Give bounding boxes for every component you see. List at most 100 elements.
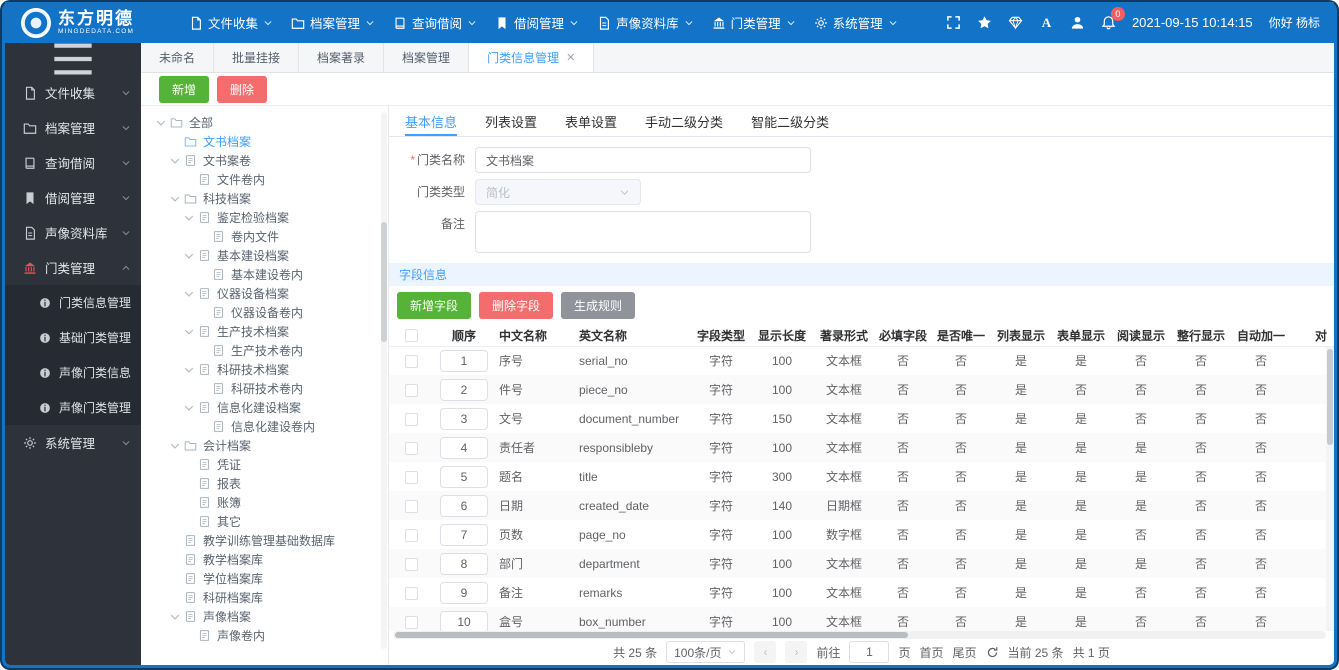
order-input[interactable] xyxy=(440,436,488,459)
tab-批量挂接[interactable]: 批量挂接 xyxy=(214,43,300,72)
tree-scrollbar[interactable] xyxy=(381,112,387,649)
tab-档案管理[interactable]: 档案管理 xyxy=(384,43,470,72)
select-all-checkbox[interactable] xyxy=(404,329,418,343)
tree-node[interactable]: 报表 xyxy=(141,474,388,493)
tree-node[interactable]: 学位档案库 xyxy=(141,569,388,588)
table-horizontal-scrollbar[interactable] xyxy=(393,631,1326,639)
row-checkbox[interactable] xyxy=(404,528,418,542)
field-button-删除字段[interactable]: 删除字段 xyxy=(479,292,554,319)
tree-node[interactable]: 教学训练管理基础数据库 xyxy=(141,531,388,550)
row-checkbox[interactable] xyxy=(404,470,418,484)
add-button[interactable]: 新增 xyxy=(159,75,210,103)
user-icon[interactable] xyxy=(1070,15,1085,30)
gem-icon[interactable] xyxy=(1008,15,1023,30)
tab-未命名[interactable]: 未命名 xyxy=(141,43,215,72)
tree-node[interactable]: 文书档案 xyxy=(141,132,388,151)
bell-icon[interactable]: 0 xyxy=(1101,7,1125,30)
row-checkbox[interactable] xyxy=(404,383,418,397)
tree-node[interactable]: 生产技术档案 xyxy=(141,322,388,341)
sidebar-item-bookmark[interactable]: 借阅管理 xyxy=(5,180,141,215)
top-menu-book[interactable]: 查询借阅 xyxy=(391,9,479,36)
panel-tab-表单设置[interactable]: 表单设置 xyxy=(565,106,617,136)
tree-node[interactable]: 信息化建设档案 xyxy=(141,398,388,417)
tree-node[interactable]: 声像档案 xyxy=(141,607,388,626)
top-menu-bookmark[interactable]: 借阅管理 xyxy=(493,9,581,36)
row-checkbox[interactable] xyxy=(404,441,418,455)
row-checkbox[interactable] xyxy=(404,354,418,368)
close-icon[interactable]: ✕ xyxy=(566,51,575,64)
first-page-link[interactable]: 首页 xyxy=(920,644,944,661)
top-menu-folder[interactable]: 档案管理 xyxy=(289,9,377,36)
row-checkbox[interactable] xyxy=(404,412,418,426)
tree-node[interactable]: 会计档案 xyxy=(141,436,388,455)
panel-tab-基本信息[interactable]: 基本信息 xyxy=(405,106,458,136)
top-menu-media[interactable]: 声像资料库 xyxy=(595,9,696,36)
tree-node[interactable]: 科技档案 xyxy=(141,189,388,208)
top-menu-bank[interactable]: 门类管理 xyxy=(710,9,798,36)
tab-门类信息管理[interactable]: 门类信息管理 ✕ xyxy=(469,43,595,72)
order-input[interactable] xyxy=(440,349,488,372)
star-icon[interactable] xyxy=(977,15,992,30)
tree-node[interactable]: 仪器设备卷内 xyxy=(141,303,388,322)
row-checkbox[interactable] xyxy=(404,615,418,629)
tree-node[interactable]: 基本建设卷内 xyxy=(141,265,388,284)
order-input[interactable] xyxy=(440,610,488,631)
sidebar-item-media[interactable]: 声像资料库 xyxy=(5,215,141,250)
row-checkbox[interactable] xyxy=(404,557,418,571)
sidebar-item-gear[interactable]: 系统管理 xyxy=(5,425,141,460)
tab-档案著录[interactable]: 档案著录 xyxy=(299,43,385,72)
sidebar-item-folder[interactable]: 档案管理 xyxy=(5,110,141,145)
order-input[interactable] xyxy=(440,523,488,546)
tree-node[interactable]: 教学档案库 xyxy=(141,550,388,569)
order-input[interactable] xyxy=(440,581,488,604)
order-input[interactable] xyxy=(440,494,488,517)
panel-tab-手动二级分类[interactable]: 手动二级分类 xyxy=(645,106,723,136)
sidebar-item-file[interactable]: 文件收集 xyxy=(5,75,141,110)
table-vertical-scrollbar[interactable] xyxy=(1326,347,1334,631)
panel-tab-智能二级分类[interactable]: 智能二级分类 xyxy=(751,106,829,136)
order-input[interactable] xyxy=(440,552,488,575)
category-name-input[interactable] xyxy=(475,147,811,173)
top-menu-file[interactable]: 文件收集 xyxy=(187,9,275,36)
sidebar-item-book[interactable]: 查询借阅 xyxy=(5,145,141,180)
tree-node[interactable]: 全部 xyxy=(141,113,388,132)
tree-node[interactable]: 凭证 xyxy=(141,455,388,474)
top-menu-gear[interactable]: 系统管理 xyxy=(812,9,900,36)
remark-textarea[interactable] xyxy=(475,211,811,253)
sidebar-subitem[interactable]: 基础门类管理 xyxy=(5,320,141,355)
delete-button[interactable]: 删除 xyxy=(217,75,268,103)
row-checkbox[interactable] xyxy=(404,499,418,513)
field-button-新增字段[interactable]: 新增字段 xyxy=(397,292,472,319)
fullscreen-icon[interactable] xyxy=(946,15,961,30)
field-button-生成规则[interactable]: 生成规则 xyxy=(561,292,636,319)
tree-node[interactable]: 文书案卷 xyxy=(141,151,388,170)
tree-node[interactable]: 科研技术档案 xyxy=(141,360,388,379)
sidebar-subitem[interactable]: 声像门类管理 xyxy=(5,390,141,425)
tree-node[interactable]: 基本建设档案 xyxy=(141,246,388,265)
page-size-select[interactable]: 100条/页 xyxy=(666,641,746,663)
sidebar-subitem[interactable]: 门类信息管理 xyxy=(5,285,141,320)
tree-node[interactable]: 账簿 xyxy=(141,493,388,512)
tree-node[interactable]: 卷内文件 xyxy=(141,227,388,246)
tree-node[interactable]: 文件卷内 xyxy=(141,170,388,189)
order-input[interactable] xyxy=(440,378,488,401)
font-size-icon[interactable]: A xyxy=(1039,15,1054,30)
panel-tab-列表设置[interactable]: 列表设置 xyxy=(485,106,537,136)
last-page-link[interactable]: 尾页 xyxy=(953,644,977,661)
tree-node[interactable]: 科研技术卷内 xyxy=(141,379,388,398)
tree-node[interactable]: 鉴定检验档案 xyxy=(141,208,388,227)
tree-node[interactable]: 仪器设备档案 xyxy=(141,284,388,303)
row-checkbox[interactable] xyxy=(404,586,418,600)
order-input[interactable] xyxy=(440,465,488,488)
page-number-input[interactable] xyxy=(849,641,890,663)
order-input[interactable] xyxy=(440,407,488,430)
sidebar-subitem[interactable]: 声像门类信息 xyxy=(5,355,141,390)
sidebar-item-bank[interactable]: 门类管理 xyxy=(5,250,141,285)
sidebar-collapse-button[interactable] xyxy=(5,43,141,75)
prev-page-button[interactable]: ‹ xyxy=(754,641,777,663)
tree-node[interactable]: 生产技术卷内 xyxy=(141,341,388,360)
tree-node[interactable]: 声像卷内 xyxy=(141,626,388,645)
tree-node[interactable]: 其它 xyxy=(141,512,388,531)
tree-node[interactable]: 信息化建设卷内 xyxy=(141,417,388,436)
next-page-button[interactable]: › xyxy=(785,641,808,663)
